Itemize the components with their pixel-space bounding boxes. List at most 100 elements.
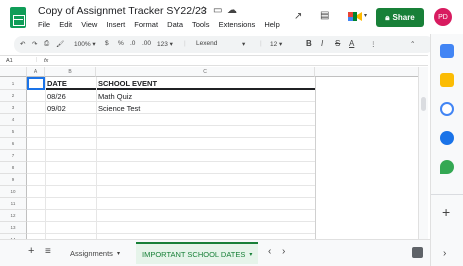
decimal-increase-button[interactable]: .00	[142, 40, 151, 47]
vertical-scrollbar[interactable]	[418, 67, 428, 239]
table-row	[27, 138, 315, 150]
header-school-event[interactable]: SCHOOL EVENT	[98, 79, 157, 88]
add-addon-icon[interactable]: +	[442, 204, 450, 220]
decimal-decrease-button[interactable]: .0	[130, 40, 135, 47]
menu-data[interactable]: Data	[167, 20, 183, 29]
divider: |	[260, 40, 262, 47]
menu-insert[interactable]: Insert	[106, 20, 125, 29]
zoom-select[interactable]: 100% ▾	[74, 40, 96, 48]
sheet-tab-assignments[interactable]: Assignments ▾	[64, 242, 126, 264]
font-size-select[interactable]: 12 ▾	[270, 40, 282, 48]
font-select[interactable]: Lexend	[196, 40, 217, 47]
maps-icon[interactable]	[440, 160, 454, 174]
avatar[interactable]: PD	[434, 8, 452, 26]
column-header-c[interactable]: C	[96, 67, 315, 77]
star-icon[interactable]: ☆	[199, 5, 208, 16]
document-title[interactable]: Copy of Assignmet Tracker SY22/23	[38, 5, 207, 17]
cloud-status-icon[interactable]: ☁	[227, 5, 237, 16]
lock-icon: 🔒︎	[385, 12, 390, 22]
sheets-logo-icon[interactable]	[10, 7, 26, 28]
menu-tools[interactable]: Tools	[192, 20, 210, 29]
scroll-left-icon[interactable]: ‹	[268, 246, 271, 257]
row-header[interactable]: 13	[0, 222, 27, 234]
row-header[interactable]: 9	[0, 174, 27, 186]
column-header-a[interactable]: A	[27, 67, 45, 77]
bold-button[interactable]: B	[306, 39, 312, 48]
calendar-icon[interactable]	[440, 44, 454, 58]
cell-date[interactable]: 09/02	[47, 104, 66, 113]
formula-input[interactable]	[54, 57, 424, 65]
strikethrough-button[interactable]: S	[335, 39, 340, 48]
column-header-b[interactable]: B	[45, 67, 96, 77]
header-date[interactable]: DATE	[47, 79, 67, 88]
more-options-icon[interactable]: ⋮	[370, 40, 377, 48]
row-header[interactable]: 10	[0, 186, 27, 198]
explore-icon[interactable]	[412, 247, 423, 258]
cell-event[interactable]: Science Test	[98, 104, 140, 113]
undo-icon[interactable]: ↶	[20, 40, 25, 48]
activity-trend-icon[interactable]: ↗	[294, 11, 302, 22]
row-header[interactable]: 1	[0, 77, 27, 90]
share-button[interactable]: 🔒︎ Share	[376, 8, 424, 27]
chevron-down-icon[interactable]: ▾	[117, 250, 120, 257]
currency-button[interactable]: $	[105, 40, 109, 47]
text-color-button[interactable]: A	[349, 39, 354, 48]
table-row	[27, 186, 315, 198]
table-row	[27, 150, 315, 162]
selected-cell-a1[interactable]	[27, 77, 45, 90]
row-header[interactable]: 11	[0, 198, 27, 210]
show-side-panel-icon[interactable]: ›	[443, 248, 446, 259]
row-header[interactable]: 5	[0, 126, 27, 138]
divider: |	[184, 40, 186, 47]
comments-icon[interactable]: ▤	[320, 10, 329, 21]
row-header[interactable]: 4	[0, 114, 27, 126]
scroll-right-icon[interactable]: ›	[282, 246, 285, 257]
spreadsheet-grid[interactable]: A B C 1 2 3 4 5 6 7 8 9 10 11 12 13 14 D…	[0, 67, 428, 239]
chevron-down-icon[interactable]: ▾	[249, 251, 252, 258]
collapse-toolbar-icon[interactable]: ⌃	[410, 40, 415, 48]
name-box[interactable]: A1	[6, 58, 13, 64]
menu-view[interactable]: View	[81, 20, 97, 29]
move-folder-icon[interactable]: ▭	[213, 5, 222, 16]
paint-format-icon[interactable]: 🖌︎	[56, 40, 64, 48]
cell-event[interactable]: Math Quiz	[98, 92, 132, 101]
cell-date[interactable]: 08/26	[47, 92, 66, 101]
side-panel: + ›	[430, 34, 463, 266]
row-header[interactable]: 3	[0, 102, 27, 114]
more-formats-button[interactable]: 123 ▾	[157, 40, 173, 48]
row-header[interactable]: 8	[0, 162, 27, 174]
keep-icon[interactable]	[440, 73, 454, 87]
percent-button[interactable]: %	[118, 40, 124, 47]
row-header[interactable]: 7	[0, 150, 27, 162]
all-sheets-icon[interactable]: ≡	[45, 246, 51, 257]
divider: |	[36, 57, 38, 63]
title-bar: Copy of Assignmet Tracker SY22/23 ☆ ▭ ☁ …	[0, 0, 463, 34]
print-icon[interactable]: ⎙	[44, 40, 49, 48]
row-header[interactable]: 6	[0, 138, 27, 150]
row-header[interactable]: 2	[0, 90, 27, 102]
scrollbar-thumb[interactable]	[421, 97, 426, 111]
italic-button[interactable]: I	[321, 39, 323, 48]
table-row	[27, 90, 315, 102]
menu-file[interactable]: File	[38, 20, 50, 29]
toolbar: ↶ ↷ ⎙ 🖌︎ 100% ▾ $ % .0 .00 123 ▾ | Lexen…	[14, 36, 434, 53]
table-row	[27, 162, 315, 174]
menu-help[interactable]: Help	[264, 20, 279, 29]
redo-icon[interactable]: ↷	[32, 40, 37, 48]
meet-icon[interactable]	[348, 11, 362, 22]
meet-dropdown-icon[interactable]: ▾	[364, 12, 367, 19]
column-header-empty	[315, 67, 418, 77]
sheet-tab-important-school-dates[interactable]: IMPORTANT SCHOOL DATES ▾	[136, 242, 259, 264]
menu-extensions[interactable]: Extensions	[219, 20, 256, 29]
table-row	[27, 126, 315, 138]
font-dropdown-icon[interactable]: ▾	[242, 40, 245, 48]
select-all-corner[interactable]	[0, 67, 27, 77]
column-divider	[315, 77, 316, 239]
menu-edit[interactable]: Edit	[59, 20, 72, 29]
row-header[interactable]: 12	[0, 210, 27, 222]
share-label: Share	[392, 13, 415, 22]
menu-format[interactable]: Format	[134, 20, 158, 29]
add-sheet-icon[interactable]: +	[28, 245, 34, 257]
tasks-icon[interactable]	[440, 102, 454, 116]
contacts-icon[interactable]	[440, 131, 454, 145]
